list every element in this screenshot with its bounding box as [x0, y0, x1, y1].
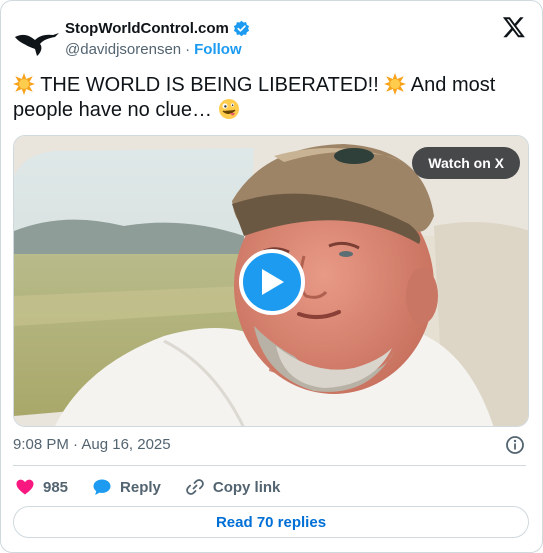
tweet-text: THE WORLD IS BEING LIBERATED!! And most …: [13, 73, 528, 123]
reply-button[interactable]: Reply: [92, 477, 161, 497]
copy-link-button[interactable]: Copy link: [185, 477, 281, 497]
glowing-star-emoji-icon: [384, 73, 407, 95]
like-count: 985: [43, 478, 69, 496]
reply-bubble-icon: [93, 479, 111, 495]
info-icon[interactable]: [505, 435, 525, 455]
copy-link-label: Copy link: [212, 478, 281, 496]
x-logo-icon[interactable]: [502, 15, 526, 39]
name-row: StopWorldControl.com: [65, 20, 250, 37]
handle-row: @davidjsorensen · Follow: [65, 41, 242, 58]
zany-face-emoji-icon: [218, 99, 239, 119]
reply-label: Reply: [120, 478, 161, 496]
action-bar: 985 Reply Copy link: [15, 476, 304, 498]
handle[interactable]: @davidjsorensen: [65, 41, 181, 58]
read-replies-button[interactable]: Read 70 replies: [13, 506, 529, 538]
verified-badge-icon: [233, 20, 249, 37]
tweet-text-part1: THE WORLD IS BEING LIBERATED!!: [40, 74, 379, 96]
avatar-eagle-icon[interactable]: [13, 23, 61, 57]
video-media[interactable]: Watch on X: [13, 135, 529, 427]
tweet-timestamp[interactable]: 9:08 PM · Aug 16, 2025: [13, 436, 171, 453]
divider: [13, 465, 526, 466]
play-button[interactable]: [239, 249, 305, 315]
heart-icon: [16, 479, 34, 495]
follow-button[interactable]: Follow: [194, 41, 242, 58]
display-name[interactable]: StopWorldControl.com: [65, 20, 229, 37]
like-button[interactable]: 985: [15, 477, 68, 497]
glowing-star-emoji-icon: [13, 73, 35, 95]
play-icon: [262, 269, 284, 295]
tweet-card: StopWorldControl.com @davidjsorensen · F…: [0, 0, 543, 553]
separator-dot: ·: [185, 41, 191, 58]
watch-on-x-button[interactable]: Watch on X: [412, 147, 520, 179]
link-icon: [186, 479, 204, 495]
